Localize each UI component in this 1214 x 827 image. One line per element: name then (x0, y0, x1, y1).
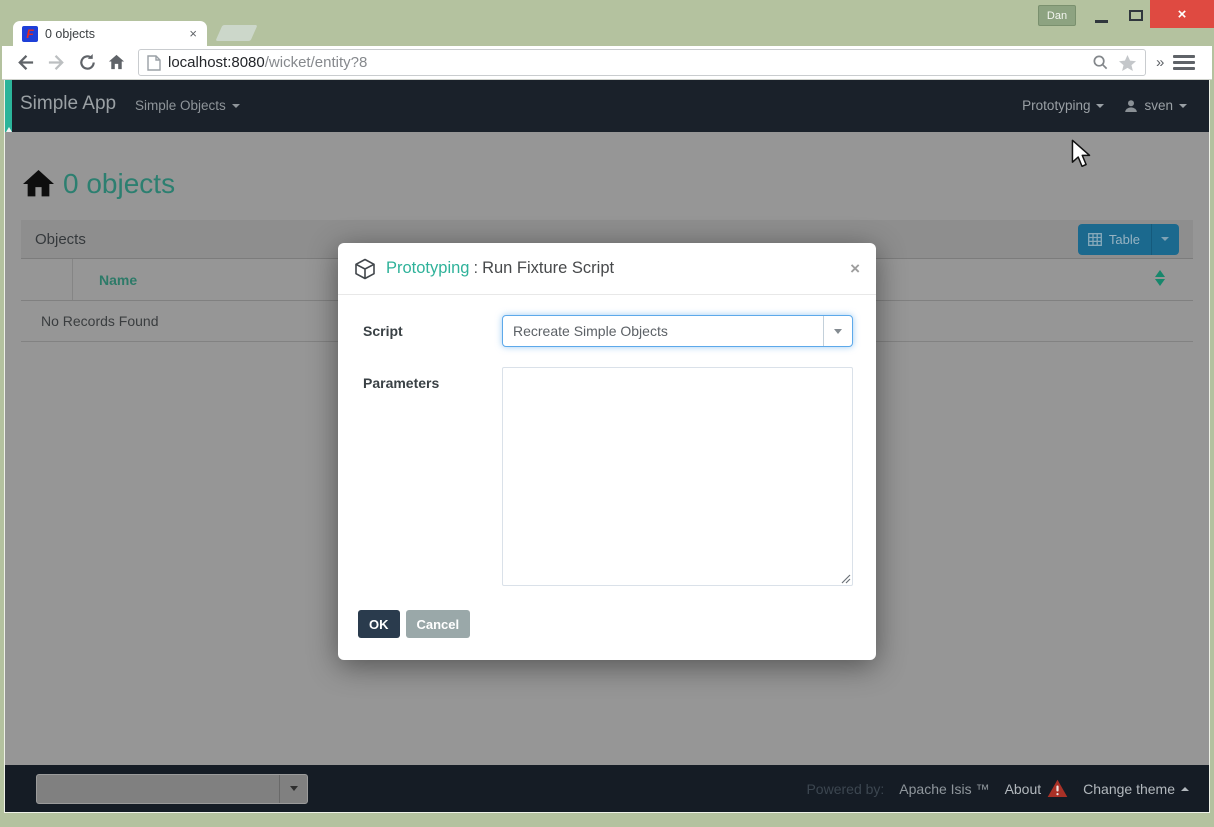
back-button[interactable] (14, 52, 36, 74)
tab-close-icon[interactable]: × (187, 26, 199, 41)
chevron-down-icon (1179, 104, 1187, 108)
chevron-down-icon (290, 786, 298, 791)
window-maximize-button[interactable] (1119, 4, 1153, 27)
cancel-button[interactable]: Cancel (406, 610, 471, 638)
script-label: Script (363, 315, 502, 347)
dialog-header: Prototyping:Run Fixture Script × (338, 243, 876, 295)
address-bar[interactable]: localhost:8080/wicket/entity?8 (138, 49, 1146, 76)
sort-icon[interactable] (1155, 270, 1165, 286)
user-menu[interactable]: sven (1124, 98, 1187, 113)
reload-button[interactable] (76, 52, 98, 74)
browser-tab[interactable]: F 0 objects × (13, 21, 207, 46)
chevron-down-icon (232, 104, 240, 108)
cube-icon (354, 258, 376, 280)
parameters-label: Parameters (363, 367, 502, 586)
table-grid-icon (1088, 233, 1102, 246)
menu-simple-objects[interactable]: Simple Objects (135, 98, 240, 113)
app-brand[interactable]: Simple App (20, 93, 116, 115)
parameters-textarea[interactable] (502, 367, 853, 586)
browser-profile-button[interactable]: Dan (1038, 5, 1076, 26)
page-title: 0 objects (23, 168, 175, 200)
dialog-body: Script Recreate Simple Objects Parameter… (338, 295, 876, 660)
forward-button[interactable] (45, 52, 67, 74)
navbar-accent-stripe (5, 80, 12, 132)
stripe-arrow-icon (6, 127, 12, 132)
empty-message: No Records Found (21, 313, 159, 329)
dialog-title: Prototyping:Run Fixture Script (386, 259, 614, 278)
new-tab-button[interactable] (215, 25, 257, 41)
table-header-empty-cell (21, 259, 73, 300)
app-footer: Powered by: Apache Isis ™ About Change t… (5, 765, 1209, 812)
url-text: localhost:8080/wicket/entity?8 (168, 54, 1092, 71)
home-button[interactable] (105, 52, 127, 74)
window-close-button[interactable]: × (1150, 0, 1214, 28)
page-icon (147, 55, 161, 71)
script-select[interactable]: Recreate Simple Objects (502, 315, 853, 347)
ok-button[interactable]: OK (358, 610, 400, 638)
extensions-overflow-button[interactable]: » (1156, 54, 1163, 71)
menu-prototyping[interactable]: Prototyping (1022, 98, 1104, 113)
table-view-button[interactable]: Table (1078, 224, 1179, 255)
browser-toolbar: localhost:8080/wicket/entity?8 » (2, 46, 1212, 80)
apache-isis-link[interactable]: Apache Isis ™ (899, 781, 989, 797)
chevron-up-icon (1181, 787, 1189, 791)
chevron-down-icon (834, 329, 842, 334)
dialog-close-icon[interactable]: × (850, 259, 860, 279)
chevron-down-icon (1096, 104, 1104, 108)
window-minimize-button[interactable] (1084, 4, 1118, 27)
minimize-icon (1095, 20, 1108, 23)
bookmark-star-icon[interactable] (1118, 54, 1137, 72)
app-navbar: Simple App Simple Objects Prototyping sv… (5, 80, 1209, 132)
home-icon (23, 170, 54, 198)
resize-grip-icon[interactable] (841, 574, 851, 584)
tab-title: 0 objects (45, 27, 187, 41)
warning-icon (1047, 779, 1068, 798)
user-icon (1124, 99, 1138, 113)
favicon-icon: F (22, 26, 38, 42)
button-divider (1151, 224, 1152, 255)
menu-icon[interactable] (1173, 55, 1195, 70)
chevron-down-icon[interactable] (1161, 237, 1169, 241)
column-header-name[interactable]: Name (73, 272, 137, 288)
powered-by-label: Powered by: (806, 781, 884, 797)
mouse-cursor (1070, 139, 1094, 169)
maximize-icon (1129, 10, 1143, 21)
select-arrow-box (279, 775, 307, 803)
script-field-row: Script Recreate Simple Objects (363, 315, 856, 347)
run-fixture-script-dialog: Prototyping:Run Fixture Script × Script … (338, 243, 876, 660)
zoom-icon[interactable] (1092, 54, 1109, 71)
about-link[interactable]: About (1005, 779, 1069, 798)
footer-select[interactable] (36, 774, 308, 804)
script-select-value: Recreate Simple Objects (503, 323, 668, 339)
change-theme-link[interactable]: Change theme (1083, 781, 1189, 797)
select-arrow-box[interactable] (823, 316, 852, 346)
parameters-field-row: Parameters (363, 367, 856, 586)
